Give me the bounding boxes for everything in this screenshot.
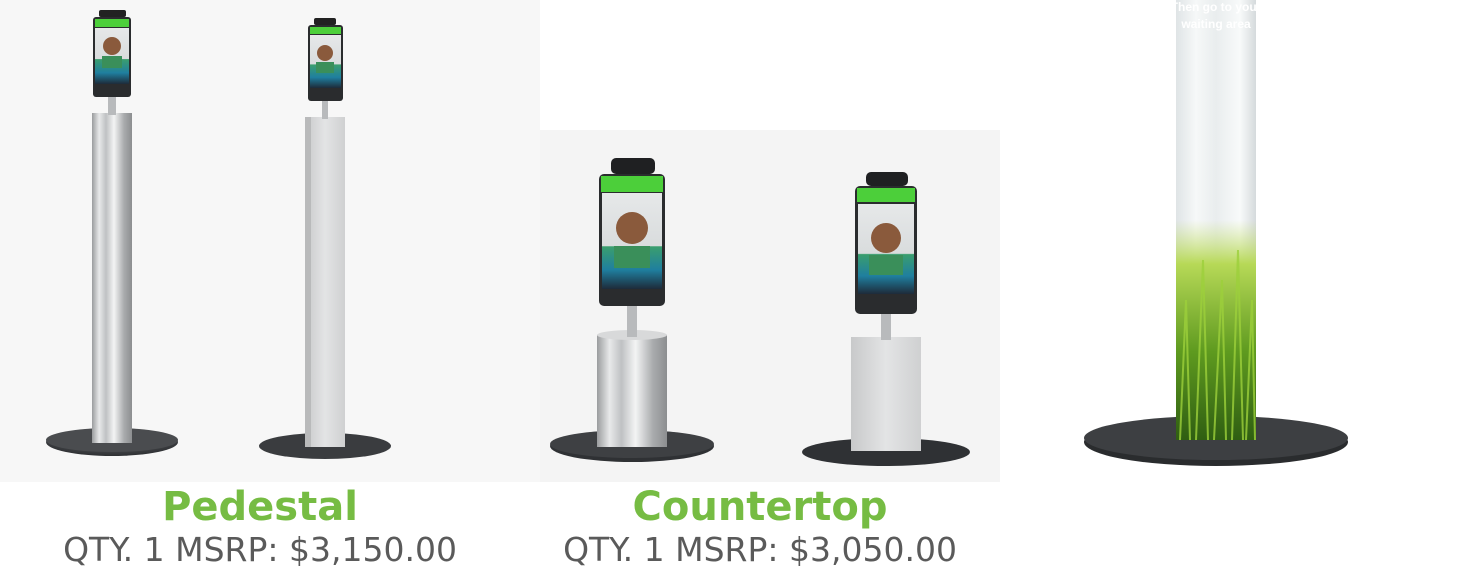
- pedestal-caption: Pedestal QTY. 1 MSRP: $3,150.00: [20, 484, 500, 570]
- countertop-title: Countertop: [632, 484, 888, 530]
- countertop-caption: Countertop QTY. 1 MSRP: $3,050.00: [520, 484, 1000, 570]
- tube-sign-line2: waiting area: [1180, 17, 1251, 31]
- kiosk-product-photo: Then go to your waiting area: [0, 0, 1465, 484]
- pedestal-title: Pedestal: [162, 484, 358, 530]
- countertop-price: QTY. 1 MSRP: $3,050.00: [563, 530, 957, 569]
- tube-sign-line1: Then go to your: [1171, 0, 1262, 14]
- pedestal-price: QTY. 1 MSRP: $3,150.00: [63, 530, 457, 569]
- product-showcase: Then go to your waiting area Pedestal QT…: [0, 0, 1465, 570]
